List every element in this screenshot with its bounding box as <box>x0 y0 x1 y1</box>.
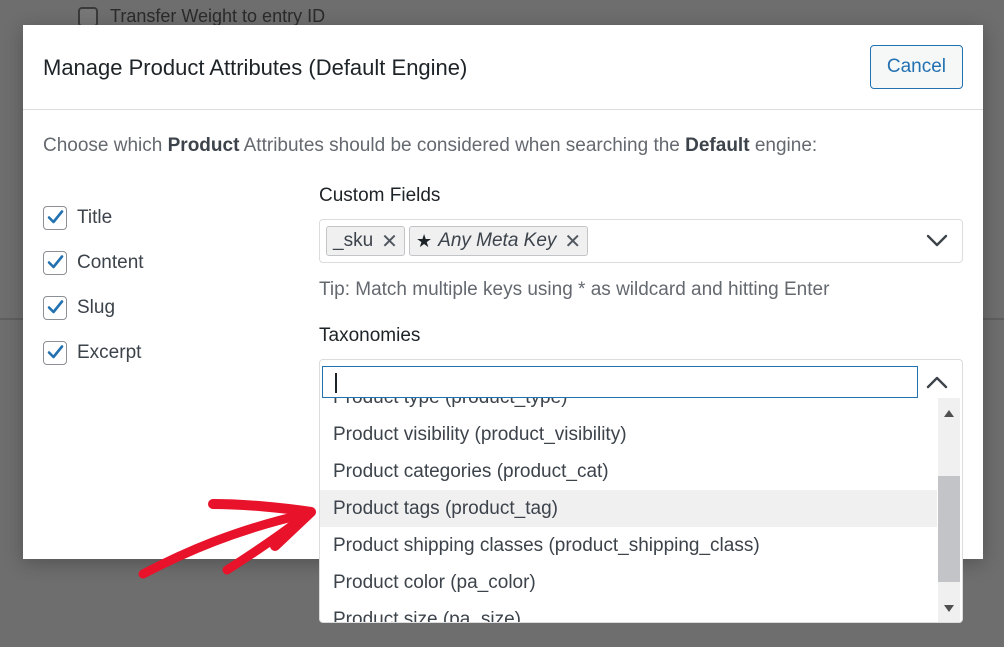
manage-attributes-modal: Manage Product Attributes (Default Engin… <box>23 25 983 623</box>
intro-part-2: Attributes should be considered when sea… <box>239 135 686 156</box>
chip-any-meta-key: ★ Any Meta Key ✕ <box>409 226 589 256</box>
chevron-up-icon[interactable] <box>926 375 948 389</box>
content-checkbox[interactable] <box>43 250 67 275</box>
taxonomy-option[interactable]: Product visibility (product_visibility) <box>320 416 937 453</box>
taxonomies-search-input[interactable] <box>322 366 918 398</box>
taxonomies-label: Taxonomies <box>319 325 421 346</box>
scroll-down-arrow-icon[interactable] <box>944 605 954 612</box>
taxonomy-option[interactable]: Product size (pa_size) <box>320 601 937 623</box>
attribute-excerpt-row[interactable]: Excerpt <box>43 330 144 375</box>
background-checkbox-row: Transfer Weight to entry ID <box>78 6 325 27</box>
checkmark-icon <box>47 254 64 268</box>
checkmark-icon <box>47 299 64 313</box>
scroll-up-arrow-icon[interactable] <box>944 410 954 417</box>
scrollbar-thumb[interactable] <box>938 476 960 582</box>
chip-sku-remove-icon[interactable]: ✕ <box>381 229 398 254</box>
taxonomies-dropdown-list: Product type (product_type) Product visi… <box>320 398 937 622</box>
custom-fields-select[interactable]: _sku ✕ ★ Any Meta Key ✕ <box>319 219 963 263</box>
modal-title: Manage Product Attributes (Default Engin… <box>43 55 468 80</box>
attribute-content-row[interactable]: Content <box>43 240 144 285</box>
chip-sku: _sku ✕ <box>326 226 405 256</box>
excerpt-checkbox-label: Excerpt <box>77 341 142 363</box>
taxonomy-option-highlighted[interactable]: Product tags (product_tag) <box>320 490 937 527</box>
intro-bold-product: Product <box>167 135 240 156</box>
attribute-slug-row[interactable]: Slug <box>43 285 144 330</box>
text-caret <box>335 373 337 393</box>
chip-any-meta-key-remove-icon[interactable]: ✕ <box>564 229 581 254</box>
taxonomy-option[interactable]: Product categories (product_cat) <box>320 453 937 490</box>
annotation-arrow-icon <box>138 499 316 579</box>
taxonomy-option[interactable]: Product type (product_type) <box>320 398 937 416</box>
intro-bold-default: Default <box>685 135 750 156</box>
background-checkbox <box>78 6 98 27</box>
star-icon: ★ <box>416 230 433 251</box>
excerpt-checkbox[interactable] <box>43 340 67 365</box>
attribute-checkbox-list: Title Content Slug Excerpt <box>43 195 144 375</box>
slug-checkbox[interactable] <box>43 295 67 320</box>
intro-part-1: Choose which <box>43 135 168 156</box>
title-checkbox-label: Title <box>77 206 113 228</box>
checkmark-icon <box>47 344 64 358</box>
cancel-button[interactable]: Cancel <box>869 45 963 89</box>
modal-header: Manage Product Attributes (Default Engin… <box>23 25 983 110</box>
taxonomy-option[interactable]: Product color (pa_color) <box>320 564 937 601</box>
taxonomy-option[interactable]: Product shipping classes (product_shippi… <box>320 527 937 564</box>
custom-fields-label: Custom Fields <box>319 185 441 206</box>
chevron-down-icon[interactable] <box>926 234 948 248</box>
intro-part-3: engine: <box>749 135 818 156</box>
dropdown-scrollbar[interactable] <box>938 398 960 622</box>
attribute-title-row[interactable]: Title <box>43 195 144 240</box>
chip-sku-label: _sku <box>333 230 374 251</box>
taxonomies-select: Product type (product_type) Product visi… <box>319 359 963 623</box>
checkmark-icon <box>47 209 64 223</box>
custom-fields-tip: Tip: Match multiple keys using * as wild… <box>319 279 830 300</box>
content-checkbox-label: Content <box>77 251 144 273</box>
chip-any-meta-key-label: Any Meta Key <box>438 230 557 251</box>
title-checkbox[interactable] <box>43 205 67 230</box>
intro-text: Choose which Product Attributes should b… <box>43 135 817 157</box>
slug-checkbox-label: Slug <box>77 296 116 318</box>
background-checkbox-label: Transfer Weight to entry ID <box>110 6 326 26</box>
